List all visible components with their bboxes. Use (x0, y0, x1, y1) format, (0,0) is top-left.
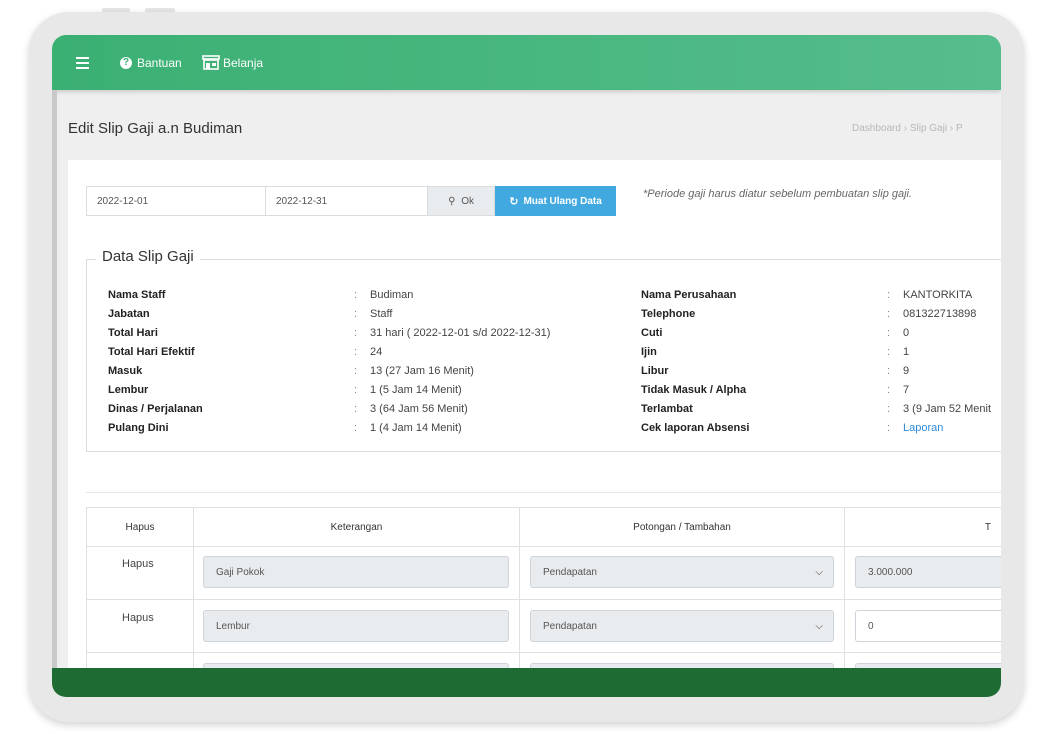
type-select[interactable]: Pendapatan ⌵ (530, 556, 834, 588)
keterangan-input[interactable]: Lembur (203, 610, 509, 642)
hamburger-icon (76, 54, 89, 72)
header-keterangan: Keterangan (193, 507, 520, 547)
chevron-down-icon: ⌵ (815, 567, 823, 578)
end-date-input[interactable]: 2022-12-31 (265, 186, 428, 216)
type-select[interactable]: Pendapatan ⌵ (530, 610, 834, 642)
colon: : (354, 384, 358, 396)
label-cek-laporan: Cek laporan Absensi (641, 422, 750, 434)
ok-label: Ok (461, 195, 475, 207)
slip-data-fieldset (86, 259, 1001, 452)
sidebar-edge (52, 90, 57, 697)
header-total: T (844, 507, 1001, 547)
value-cuti: 0 (903, 327, 910, 339)
colon: : (354, 422, 358, 434)
colon: : (354, 289, 358, 301)
label-telephone: Telephone (641, 308, 696, 320)
value-dinas: 3 (64 Jam 56 Menit) (370, 403, 468, 415)
amount-input[interactable]: 0 (855, 610, 1001, 642)
label-tidak-masuk: Tidak Masuk / Alpha (641, 384, 747, 396)
colon: : (354, 327, 358, 339)
refresh-icon: ↻ (509, 195, 519, 208)
value-nama-perusahaan: KANTORKITA (903, 289, 973, 301)
breadcrumb: Dashboard › Slip Gaji › P (852, 123, 963, 134)
value-telephone: 081322713898 (903, 308, 977, 320)
label-nama-perusahaan: Nama Perusahaan (641, 289, 737, 301)
ok-button[interactable]: ⚲ Ok (427, 186, 495, 216)
colon: : (887, 308, 891, 320)
value-lembur: 1 (5 Jam 14 Menit) (370, 384, 462, 396)
navbar: ? Bantuan Belanja (52, 35, 1001, 90)
footer-bar (52, 668, 1001, 697)
value-pulang-dini: 1 (4 Jam 14 Menit) (370, 422, 462, 434)
label-ijin: Ijin (641, 346, 657, 358)
label-lembur: Lembur (108, 384, 149, 396)
colon: : (887, 365, 891, 377)
value-jabatan: Staff (370, 308, 393, 320)
label-cuti: Cuti (641, 327, 663, 339)
value-libur: 9 (903, 365, 910, 377)
breadcrumb-item-dashboard[interactable]: Dashboard (852, 123, 901, 134)
divider (86, 492, 1001, 493)
value-terlambat: 3 (9 Jam 52 Menit (903, 403, 992, 415)
laporan-link[interactable]: Laporan (903, 422, 943, 434)
breadcrumb-item-slip-gaji[interactable]: Slip Gaji (910, 123, 947, 134)
label-dinas: Dinas / Perjalanan (108, 403, 203, 415)
delete-row-button[interactable]: Hapus (122, 558, 154, 570)
start-date-input[interactable]: 2022-12-01 (86, 186, 266, 216)
colon: : (354, 308, 358, 320)
label-total-hari: Total Hari (108, 327, 158, 339)
breadcrumb-item-current: P (955, 123, 963, 134)
colon: : (887, 422, 891, 434)
delete-row-button[interactable]: Hapus (122, 612, 154, 624)
label-total-hari-efektif: Total Hari Efektif (108, 346, 195, 358)
label-terlambat: Terlambat (641, 403, 693, 415)
page-title: Edit Slip Gaji a.n Budiman (68, 120, 243, 137)
table-row-cell (86, 546, 194, 600)
value-nama-staff: Budiman (370, 289, 414, 301)
menu-button[interactable] (76, 35, 89, 90)
label-masuk: Masuk (108, 365, 143, 377)
reload-label: Muat Ulang Data (523, 195, 602, 207)
label-nama-staff: Nama Staff (108, 289, 166, 301)
table-row-cell (86, 599, 194, 653)
question-circle-icon: ? (120, 56, 132, 69)
shop-label: Belanja (223, 55, 264, 70)
header-hapus: Hapus (86, 507, 194, 547)
chevron-down-icon: ⌵ (815, 621, 823, 632)
value-masuk: 13 (27 Jam 16 Menit) (370, 365, 474, 377)
value-tidak-masuk: 7 (903, 384, 910, 396)
store-icon (202, 55, 220, 70)
period-note: *Periode gaji harus diatur sebelum pembu… (643, 188, 913, 200)
colon: : (887, 384, 891, 396)
screen: ? Bantuan Belanja Edit Slip Gaji a.n Bud… (52, 35, 1001, 697)
value-ijin: 1 (903, 346, 910, 358)
label-pulang-dini: Pulang Dini (108, 422, 169, 434)
colon: : (887, 346, 891, 358)
help-label: Bantuan (137, 55, 182, 70)
amount-input[interactable]: 3.000.000 (855, 556, 1001, 588)
label-jabatan: Jabatan (108, 308, 150, 320)
colon: : (354, 346, 358, 358)
reload-data-button[interactable]: ↻ Muat Ulang Data (495, 186, 616, 216)
help-link[interactable]: ? Bantuan (120, 35, 182, 90)
colon: : (354, 365, 358, 377)
type-select-value: Pendapatan (543, 620, 597, 632)
value-total-hari-efektif: 24 (370, 346, 383, 358)
label-libur: Libur (641, 365, 669, 377)
colon: : (887, 289, 891, 301)
slip-data-legend: Data Slip Gaji (96, 248, 200, 265)
colon: : (887, 403, 891, 415)
type-select-value: Pendapatan (543, 566, 597, 578)
search-icon: ⚲ (447, 195, 456, 207)
colon: : (354, 403, 358, 415)
shop-link[interactable]: Belanja (202, 35, 263, 90)
value-total-hari: 31 hari ( 2022-12-01 s/d 2022-12-31) (370, 327, 551, 339)
colon: : (887, 327, 891, 339)
header-potongan: Potongan / Tambahan (519, 507, 845, 547)
keterangan-input[interactable]: Gaji Pokok (203, 556, 509, 588)
